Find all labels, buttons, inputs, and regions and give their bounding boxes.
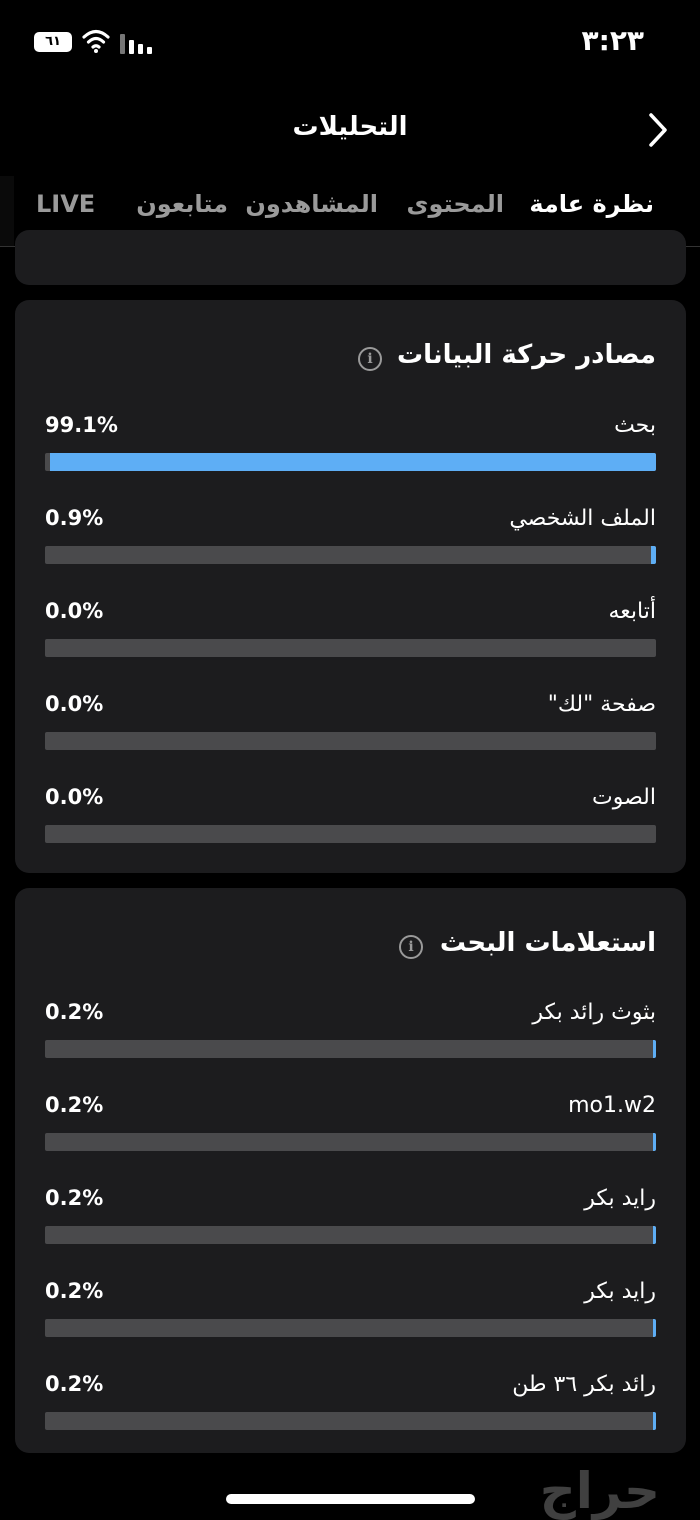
traffic-source-row: أتابعه 0.0% <box>45 599 656 669</box>
traffic-source-percent: 0.0% <box>45 599 104 623</box>
status-time: ٣:٢٣ <box>581 24 644 57</box>
progress-track <box>45 1226 656 1244</box>
progress-fill <box>50 453 656 471</box>
traffic-source-row: الصوت 0.0% <box>45 785 656 855</box>
traffic-source-percent: 0.9% <box>45 506 104 530</box>
search-query-label: رايد بكر <box>584 1186 656 1211</box>
tab-content[interactable]: المحتوى <box>407 190 504 218</box>
progress-track <box>45 825 656 843</box>
traffic-source-row: الملف الشخصي 0.9% <box>45 506 656 576</box>
traffic-source-label: بحث <box>614 413 656 438</box>
traffic-source-row: بحث 99.1% <box>45 413 656 483</box>
progress-track <box>45 1040 656 1058</box>
search-queries-card: استعلامات البحث i بثوث رائد بكر 0.2% mo1… <box>15 888 686 1453</box>
tab-overview[interactable]: نظرة عامة <box>529 190 654 218</box>
page-title: التحليلات <box>292 112 408 142</box>
cellular-signal-icon <box>120 34 152 54</box>
search-queries-title: استعلامات البحث <box>439 928 656 958</box>
search-query-label: رائد بكر ٣٦ طن <box>512 1372 656 1397</box>
traffic-source-percent: 0.0% <box>45 785 104 809</box>
progress-track <box>45 453 656 471</box>
battery-level: ٦١ <box>45 34 61 49</box>
progress-fill <box>653 1040 656 1058</box>
traffic-source-label: الصوت <box>592 785 656 810</box>
tab-bar-fade <box>0 176 14 246</box>
progress-track <box>45 639 656 657</box>
search-query-percent: 0.2% <box>45 1279 104 1303</box>
header: التحليلات <box>0 86 700 176</box>
home-indicator[interactable] <box>226 1494 475 1504</box>
progress-track <box>45 1133 656 1151</box>
progress-track <box>45 546 656 564</box>
search-query-percent: 0.2% <box>45 1000 104 1024</box>
search-query-percent: 0.2% <box>45 1093 104 1117</box>
traffic-source-label: الملف الشخصي <box>509 506 656 531</box>
search-query-label: رايد بكر <box>584 1279 656 1304</box>
traffic-source-percent: 0.0% <box>45 692 104 716</box>
progress-fill <box>653 1133 656 1151</box>
search-query-row: رائد بكر ٣٦ طن 0.2% <box>45 1372 656 1442</box>
progress-fill <box>653 1226 656 1244</box>
battery-icon: ٦١ <box>34 32 72 52</box>
traffic-sources-card: مصادر حركة البيانات i بحث 99.1% الملف ال… <box>15 300 686 873</box>
progress-track <box>45 1319 656 1337</box>
info-icon[interactable]: i <box>399 935 423 959</box>
traffic-sources-title: مصادر حركة البيانات <box>396 340 656 370</box>
chevron-right-icon[interactable] <box>646 110 670 150</box>
search-query-label: بثوث رائد بكر <box>532 1000 656 1025</box>
status-bar: ٦١ ٣:٢٣ <box>0 0 700 86</box>
search-query-percent: 0.2% <box>45 1372 104 1396</box>
progress-fill <box>650 546 656 564</box>
progress-track <box>45 1412 656 1430</box>
progress-fill <box>653 1319 656 1337</box>
traffic-source-row: صفحة "لك" 0.0% <box>45 692 656 762</box>
search-query-row: بثوث رائد بكر 0.2% <box>45 1000 656 1070</box>
traffic-source-label: صفحة "لك" <box>547 692 656 717</box>
tab-live[interactable]: LIVE <box>36 190 95 218</box>
traffic-source-percent: 99.1% <box>45 413 118 437</box>
watermark: حراج <box>539 1462 660 1520</box>
tab-followers[interactable]: متابعون <box>136 190 228 218</box>
search-query-row: رايد بكر 0.2% <box>45 1279 656 1349</box>
info-icon[interactable]: i <box>358 347 382 371</box>
search-query-label: mo1.w2 <box>568 1093 656 1118</box>
wifi-icon <box>82 29 110 53</box>
search-query-row: رايد بكر 0.2% <box>45 1186 656 1256</box>
previous-card <box>15 230 686 285</box>
progress-fill <box>653 1412 656 1430</box>
search-query-percent: 0.2% <box>45 1186 104 1210</box>
search-query-row: mo1.w2 0.2% <box>45 1093 656 1163</box>
traffic-source-label: أتابعه <box>608 599 656 624</box>
progress-track <box>45 732 656 750</box>
tab-viewers[interactable]: المشاهدون <box>245 190 378 218</box>
